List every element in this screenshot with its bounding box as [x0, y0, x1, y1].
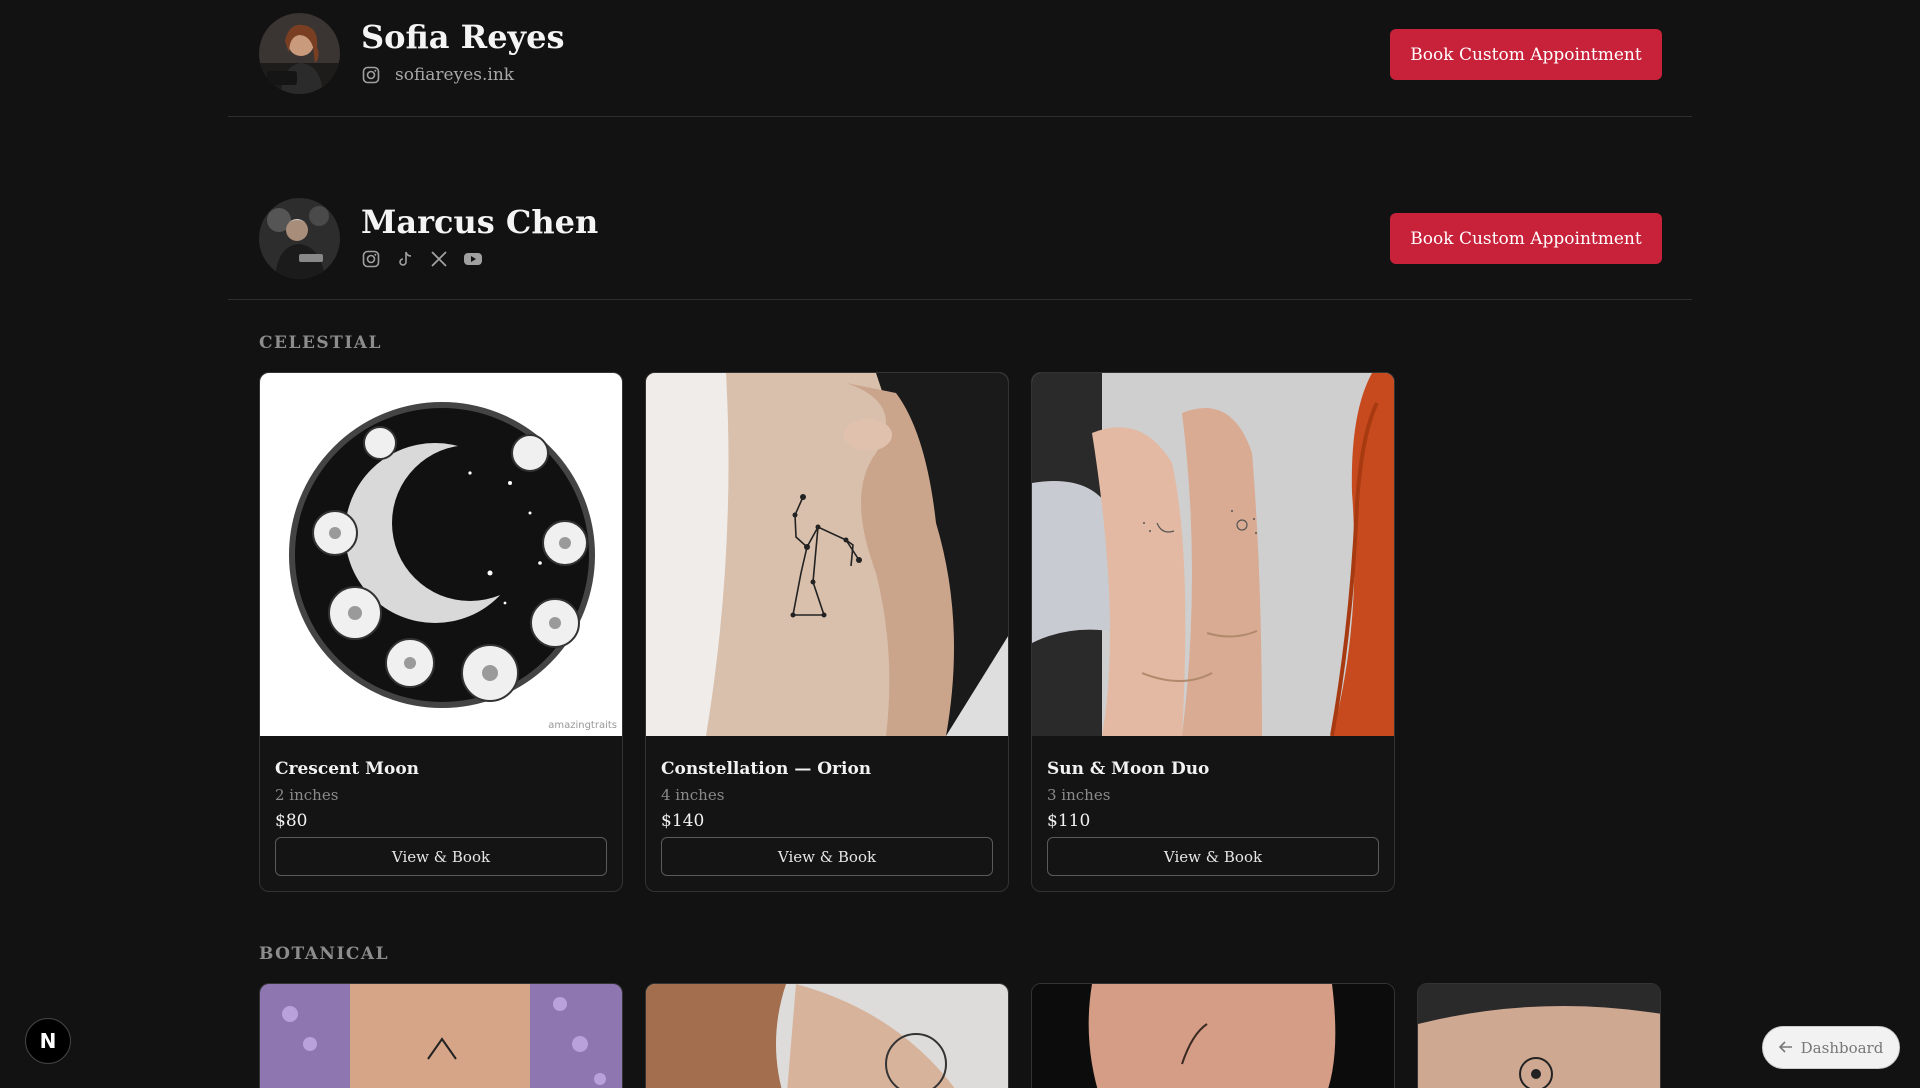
design-image[interactable] — [1032, 984, 1395, 1088]
design-title: Constellation — Orion — [661, 759, 872, 779]
artist-name: Marcus Chen — [361, 203, 599, 241]
youtube-icon[interactable] — [463, 249, 483, 269]
artist-header-sofia: Sofia Reyes sofiareyes.ink Book Custom A… — [228, 0, 1692, 117]
design-image[interactable]: amazingtraits — [260, 373, 622, 736]
design-size: 2 inches — [275, 786, 339, 804]
watermark: amazingtraits — [548, 720, 617, 731]
tiktok-icon[interactable] — [395, 249, 415, 269]
dashboard-label: Dashboard — [1800, 1038, 1884, 1057]
avatar[interactable] — [259, 198, 340, 279]
design-card[interactable]: Sun & Moon Duo 3 inches $110 View & Book — [1031, 372, 1395, 892]
artist-name: Sofia Reyes — [361, 18, 565, 56]
design-card[interactable]: Constellation — Orion 4 inches $140 View… — [645, 372, 1009, 892]
design-price: $110 — [1047, 811, 1091, 831]
design-card[interactable] — [259, 983, 623, 1088]
design-size: 3 inches — [1047, 786, 1111, 804]
design-image[interactable] — [1418, 984, 1661, 1088]
x-icon[interactable] — [429, 249, 449, 269]
design-price: $140 — [661, 811, 705, 831]
category-heading-botanical: BOTANICAL — [259, 944, 390, 964]
book-custom-appointment-button[interactable]: Book Custom Appointment — [1390, 213, 1662, 264]
arrow-left-icon — [1778, 1039, 1793, 1057]
design-title: Crescent Moon — [275, 759, 420, 779]
design-image[interactable] — [646, 373, 1008, 736]
design-price: $80 — [275, 811, 308, 831]
design-image[interactable] — [260, 984, 623, 1088]
dashboard-button[interactable]: Dashboard — [1762, 1026, 1900, 1069]
book-custom-appointment-button[interactable]: Book Custom Appointment — [1390, 29, 1662, 80]
design-card[interactable] — [645, 983, 1009, 1088]
instagram-icon[interactable] — [361, 249, 381, 269]
design-image[interactable] — [646, 984, 1009, 1088]
design-title: Sun & Moon Duo — [1047, 759, 1210, 779]
view-and-book-button[interactable]: View & Book — [1047, 837, 1379, 876]
view-and-book-button[interactable]: View & Book — [661, 837, 993, 876]
nextjs-dev-indicator[interactable]: N — [25, 1018, 71, 1064]
design-card[interactable]: amazingtraits Crescent Moon 2 inches $80… — [259, 372, 623, 892]
avatar[interactable] — [259, 13, 340, 94]
instagram-icon[interactable] — [361, 65, 381, 85]
view-and-book-button[interactable]: View & Book — [275, 837, 607, 876]
category-heading-celestial: CELESTIAL — [259, 333, 382, 353]
design-size: 4 inches — [661, 786, 725, 804]
artist-handle[interactable]: sofiareyes.ink — [395, 65, 514, 85]
design-card[interactable] — [1031, 983, 1395, 1088]
design-card[interactable] — [1417, 983, 1661, 1088]
artist-socials — [361, 249, 483, 269]
artist-socials: sofiareyes.ink — [361, 65, 514, 85]
artist-header-marcus: Marcus Chen Book Custom Appointment — [228, 183, 1692, 300]
design-image[interactable] — [1032, 373, 1394, 736]
